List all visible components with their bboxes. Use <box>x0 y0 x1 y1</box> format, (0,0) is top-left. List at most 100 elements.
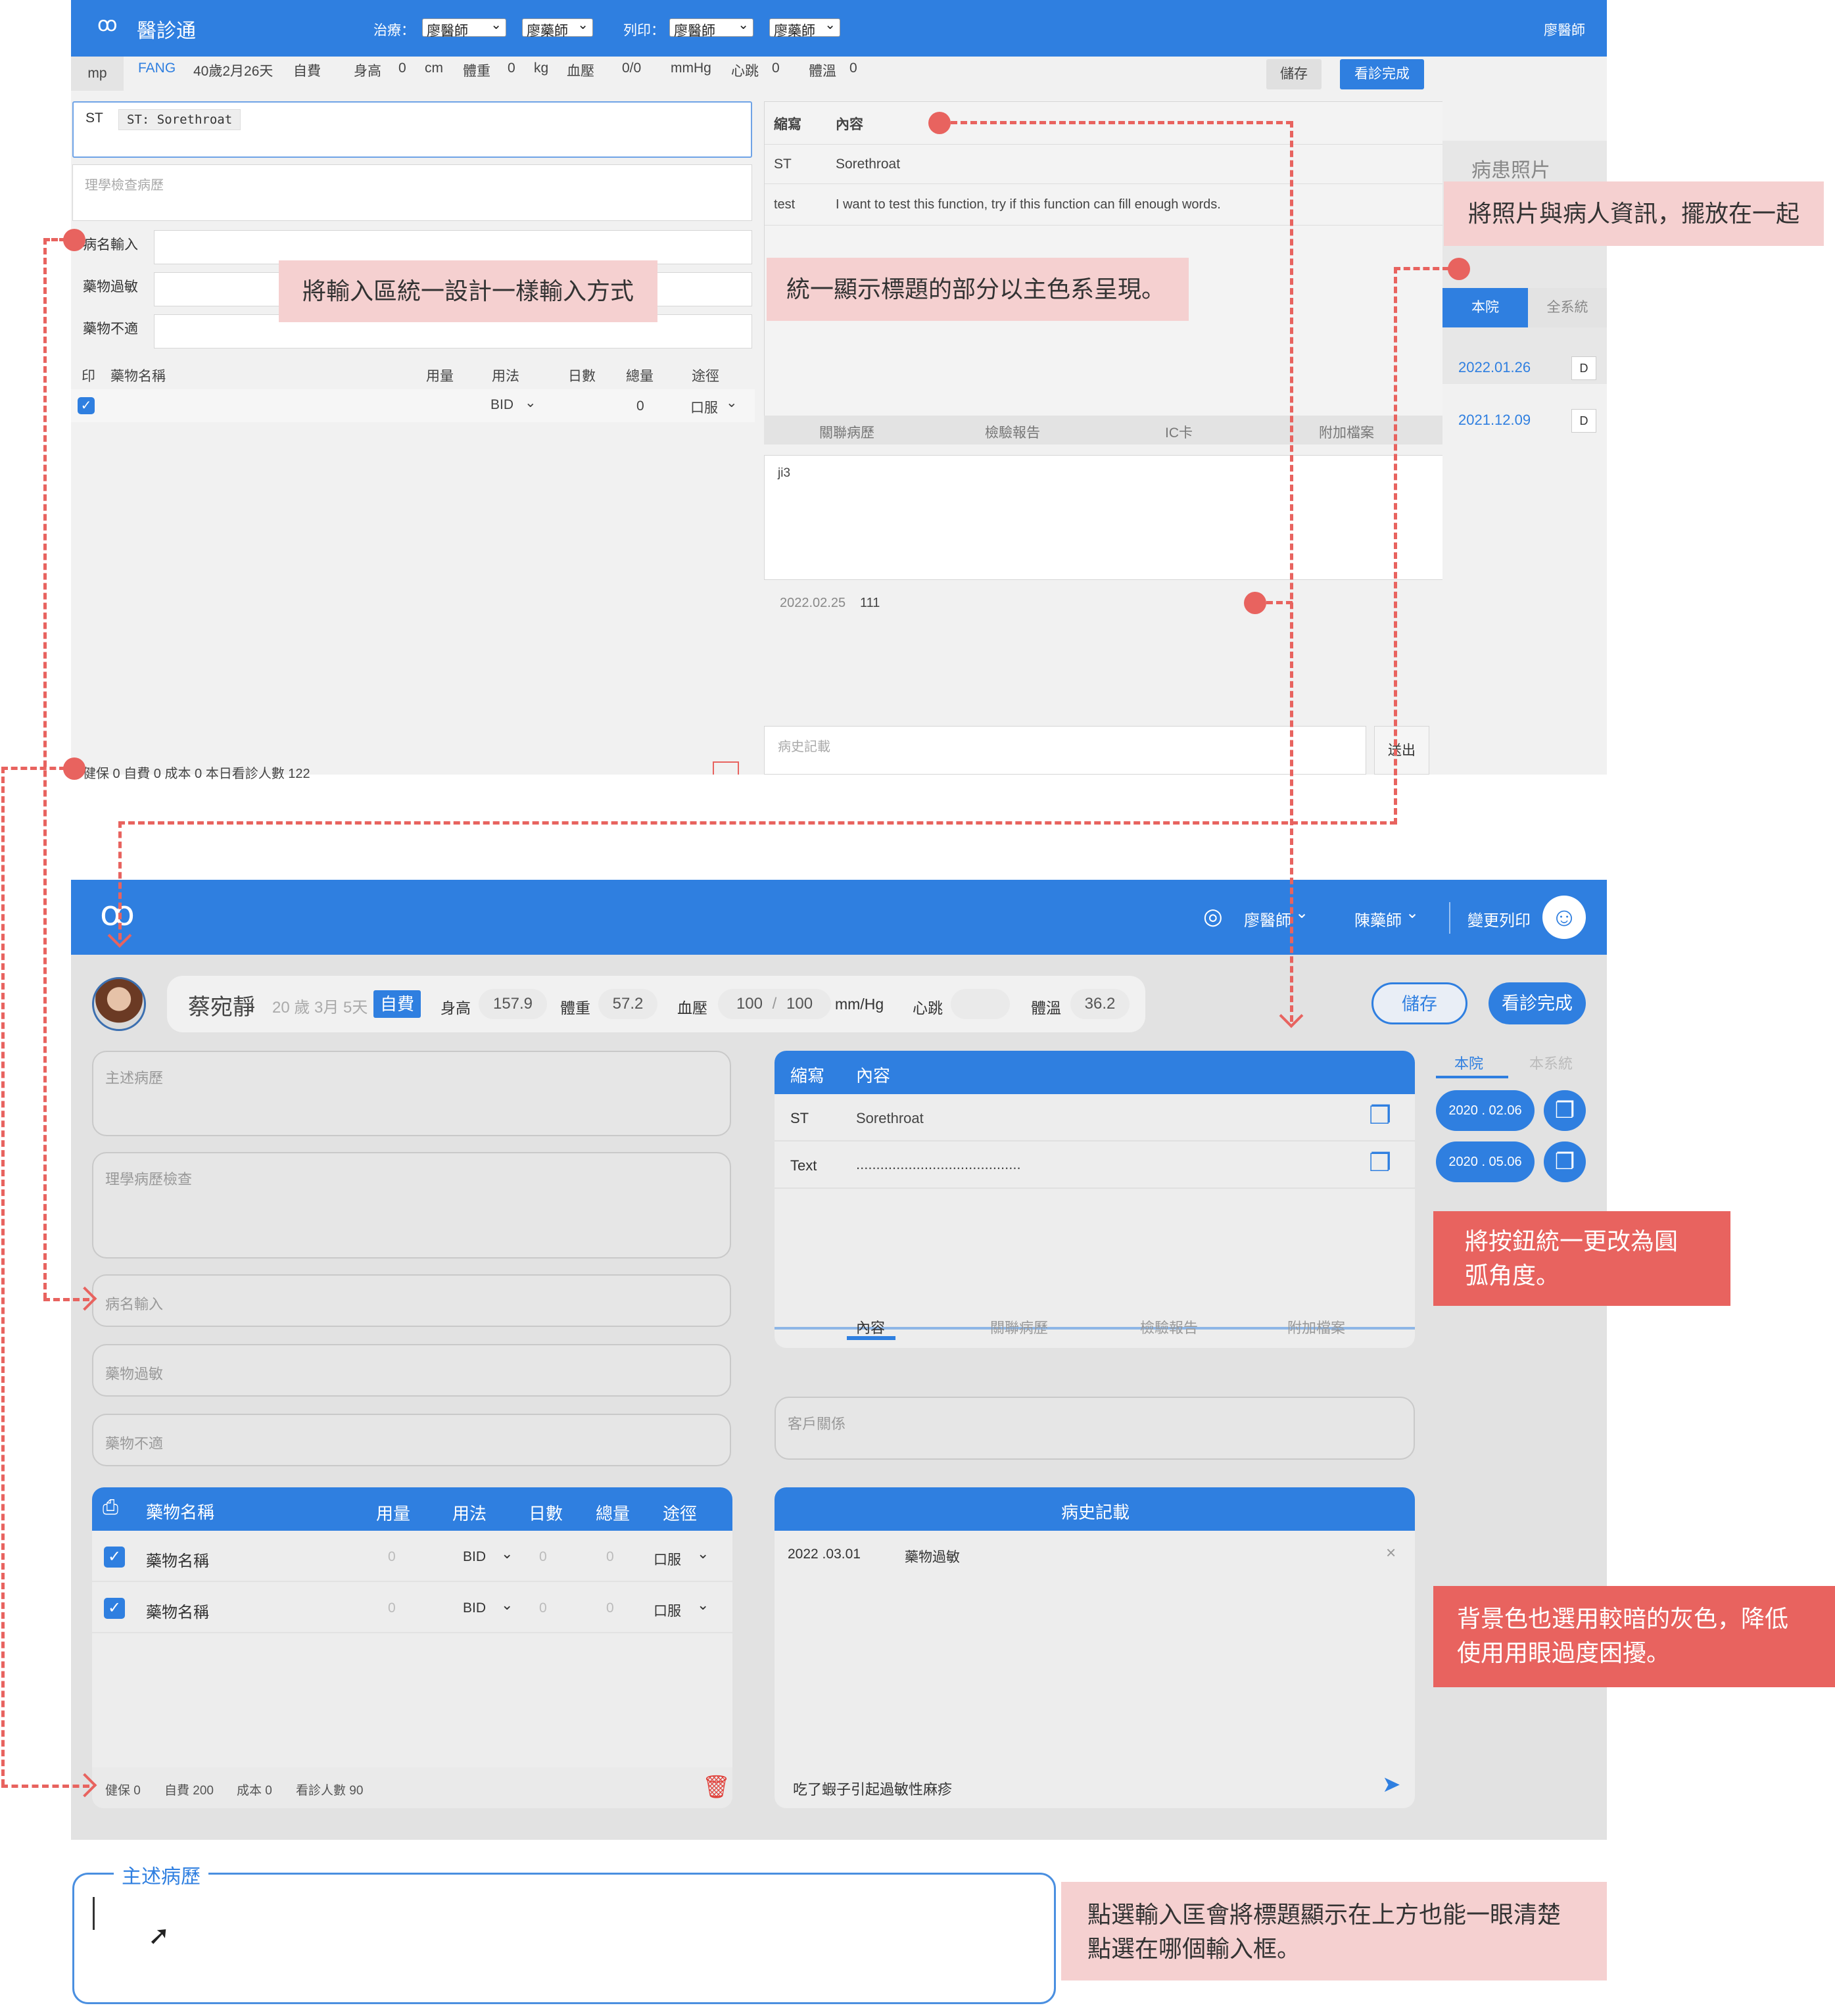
temp-field[interactable]: 36.2 <box>1070 989 1130 1019</box>
old-send-button[interactable]: 送出 <box>1374 726 1429 775</box>
days-value[interactable]: 0 <box>539 1600 547 1616</box>
tab-related[interactable]: 關聯病歷 <box>819 422 874 442</box>
annotation-dot <box>1448 258 1470 280</box>
close-icon[interactable]: × <box>1386 1543 1396 1563</box>
table-row[interactable]: Text ...................................… <box>775 1141 1415 1189</box>
dose-value[interactable]: 0 <box>388 1549 396 1565</box>
old-save-button[interactable]: 儲存 <box>1266 59 1322 89</box>
send-icon[interactable]: ➤ <box>1382 1771 1401 1798</box>
visit-date[interactable]: 2022.01.26 <box>1458 359 1531 376</box>
treat-pharmacist-select[interactable]: 廖藥師 <box>522 16 593 39</box>
height-field[interactable]: 157.9 <box>479 989 547 1019</box>
height-value[interactable]: 0 <box>398 60 406 76</box>
chevron-down-icon[interactable]: ⌄ <box>501 1545 513 1562</box>
headset-icon[interactable]: ◎ <box>1203 903 1223 930</box>
user-name[interactable]: 廖醫師 <box>1544 20 1585 39</box>
visit-detail-button[interactable]: D <box>1571 356 1596 380</box>
drug-checkbox[interactable]: ✓ <box>104 1547 125 1568</box>
drug-name[interactable]: 藥物名稱 <box>146 1548 209 1571</box>
tab-ic-card[interactable]: IC卡 <box>1165 422 1193 442</box>
tab-lab[interactable]: 檢驗報告 <box>1140 1316 1198 1337</box>
hr-value[interactable]: 0 <box>772 60 780 76</box>
doctor-avatar-icon[interactable]: ☺ <box>1542 896 1586 939</box>
old-exam-input[interactable]: 理學檢查病歷 <box>72 164 752 221</box>
route-select[interactable]: 口服 <box>690 397 718 417</box>
tab-content[interactable]: 內容 <box>856 1316 885 1337</box>
chevron-down-icon[interactable]: ⌄ <box>697 1545 709 1562</box>
tab-this-clinic[interactable]: 本院 <box>1442 288 1528 327</box>
print-checkbox[interactable]: ✓ <box>78 397 95 414</box>
weight-value[interactable]: 0 <box>508 60 515 76</box>
table-row[interactable]: ST Sorethroat ❐ <box>775 1094 1415 1141</box>
tab-related[interactable]: 關聯病歷 <box>990 1316 1048 1337</box>
old-diag-input[interactable] <box>154 230 752 264</box>
usage-select[interactable]: BID <box>463 1600 486 1616</box>
temp-value[interactable]: 0 <box>849 60 857 76</box>
visit-date-button[interactable]: 2020 . 05.06 <box>1436 1141 1535 1182</box>
tab-attachments[interactable]: 附加檔案 <box>1319 422 1374 442</box>
old-history-input[interactable]: 病史記載 <box>764 726 1366 775</box>
pharmacist-select[interactable]: 陳藥師 <box>1354 907 1402 930</box>
visit-date[interactable]: 2021.12.09 <box>1458 412 1531 429</box>
drug-name[interactable]: 藥物名稱 <box>146 1599 209 1622</box>
doctor-select[interactable]: 廖醫師 <box>1244 907 1291 930</box>
old-note-area[interactable]: ji3 <box>764 455 1500 580</box>
history-input[interactable]: 吃了蝦子引起過敏性麻疹 <box>793 1778 952 1799</box>
chevron-down-icon[interactable]: ⌄ <box>525 395 536 411</box>
copy-icon[interactable]: ❐ <box>1544 1090 1586 1131</box>
copy-icon[interactable]: ❐ <box>1369 1148 1391 1178</box>
bp-field[interactable]: 100 / 100 <box>718 989 831 1019</box>
exam-input[interactable]: 理學病歷檢查 <box>92 1152 731 1259</box>
copy-icon[interactable]: ❐ <box>1369 1101 1391 1130</box>
hr-field[interactable] <box>951 989 1010 1019</box>
print-pharmacist-select[interactable]: 廖藥師 <box>769 16 840 39</box>
tab-all-system[interactable]: 全系統 <box>1528 288 1607 327</box>
bp-value[interactable]: 0/0 <box>622 60 641 76</box>
table-row[interactable]: ✓ 藥物名稱 0 BID ⌄ 0 0 口服 ⌄ <box>92 1582 732 1633</box>
dose-value[interactable]: 0 <box>388 1600 396 1616</box>
route-select[interactable]: 口服 <box>654 1600 681 1620</box>
complaint-input[interactable]: 主述病歷 <box>92 1051 731 1136</box>
self-pay-total: 自費 200 <box>164 1784 214 1798</box>
old-complaint-input[interactable]: ST ST: Sorethroat <box>72 101 752 158</box>
trash-icon[interactable] <box>713 761 739 775</box>
diagnosis-input[interactable]: 病名輸入 <box>92 1274 731 1327</box>
print-settings[interactable]: 變更列印 <box>1467 907 1531 930</box>
visit-detail-button[interactable]: D <box>1571 409 1596 433</box>
weight-field[interactable]: 57.2 <box>598 989 657 1019</box>
intolerance-input[interactable]: 藥物不適 <box>92 1414 731 1466</box>
drug-checkbox[interactable]: ✓ <box>104 1598 125 1619</box>
treat-doctor-select[interactable]: 廖醫師 <box>422 16 506 39</box>
suggestion-chip[interactable]: ST: Sorethroat <box>118 109 241 130</box>
chevron-down-icon[interactable]: ⌄ <box>1406 903 1419 923</box>
chevron-down-icon[interactable]: ⌄ <box>501 1596 513 1614</box>
history-placeholder: 病史記載 <box>778 740 830 754</box>
weight-label: 體重 <box>560 999 590 1017</box>
print-doctor-select[interactable]: 廖醫師 <box>669 16 753 39</box>
chevron-down-icon[interactable]: ⌄ <box>1295 903 1308 923</box>
table-row[interactable]: ST Sorethroat <box>765 144 1500 183</box>
days-value[interactable]: 0 <box>539 1549 547 1565</box>
chevron-down-icon[interactable]: ⌄ <box>726 395 738 411</box>
visit-date-button[interactable]: 2020 . 02.06 <box>1436 1090 1535 1131</box>
save-button[interactable]: 儲存 <box>1371 982 1467 1024</box>
table-row[interactable]: test I want to test this function, try i… <box>765 183 1500 226</box>
brand-name: 醫診通 <box>137 20 196 42</box>
old-finish-button[interactable]: 看診完成 <box>1340 59 1424 89</box>
allergy-input[interactable]: 藥物過敏 <box>92 1344 731 1397</box>
tab-this-clinic[interactable]: 本院 <box>1454 1052 1483 1073</box>
trash-icon[interactable]: 🗑 <box>702 1774 730 1800</box>
chevron-down-icon[interactable]: ⌄ <box>697 1596 709 1614</box>
copy-icon[interactable]: ❐ <box>1544 1141 1586 1182</box>
table-row[interactable]: ✓ 藥物名稱 0 BID ⌄ 0 0 口服 ⌄ <box>92 1531 732 1582</box>
tab-attachments[interactable]: 附加檔案 <box>1287 1316 1345 1337</box>
usage-select[interactable]: BID <box>463 1549 486 1565</box>
tab-lab[interactable]: 檢驗報告 <box>985 422 1040 442</box>
route-select[interactable]: 口服 <box>654 1549 681 1569</box>
focused-input-demo[interactable]: 主述病歷 ➚ <box>72 1860 1056 2004</box>
client-relation-input[interactable]: 客戶關係 <box>775 1397 1415 1460</box>
printer-icon[interactable]: ⎙ <box>103 1497 118 1519</box>
finish-button[interactable]: 看診完成 <box>1489 982 1586 1024</box>
tab-all-system[interactable]: 本系統 <box>1529 1052 1573 1073</box>
usage-select[interactable]: BID <box>490 397 513 413</box>
